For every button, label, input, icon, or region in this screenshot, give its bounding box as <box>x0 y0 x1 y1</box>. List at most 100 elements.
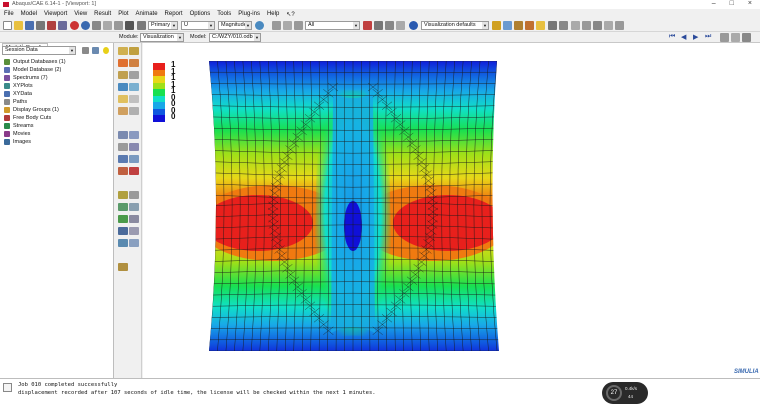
play-icon[interactable]: ▶ <box>693 33 698 41</box>
zoom-icon[interactable] <box>103 21 112 30</box>
common-options-icon[interactable] <box>118 83 128 91</box>
query-tool-icon[interactable] <box>118 215 128 223</box>
plot-contour-icon[interactable] <box>118 59 128 67</box>
odb-icon[interactable] <box>47 21 56 30</box>
symbol-options-icon[interactable] <box>129 95 139 103</box>
menu-result[interactable]: Result <box>94 11 111 17</box>
pan-icon[interactable] <box>70 21 79 30</box>
report-field-icon[interactable] <box>129 143 139 151</box>
save-icon[interactable] <box>25 21 34 30</box>
stream-tool-icon[interactable] <box>129 155 139 163</box>
print-icon[interactable] <box>36 21 45 30</box>
view-right-icon[interactable] <box>604 21 613 30</box>
auto-fit-icon[interactable] <box>125 21 134 30</box>
zoom-box-icon[interactable] <box>114 21 123 30</box>
tree-item-streams[interactable]: Streams <box>4 122 33 130</box>
menu-model[interactable]: Model <box>21 11 37 17</box>
tree-item-paths[interactable]: Paths <box>4 98 27 106</box>
view-iso-icon[interactable] <box>137 21 146 30</box>
box-select-icon[interactable] <box>363 21 372 30</box>
display-group-combo[interactable]: Primary ▼ <box>148 21 178 30</box>
annotation-icon[interactable] <box>118 239 128 247</box>
tree-item-output-databases[interactable]: Output Databases (1) <box>4 58 66 66</box>
select-icon[interactable] <box>283 21 292 30</box>
drag-icon[interactable] <box>385 21 394 30</box>
menu-viewport[interactable]: Viewport <box>44 11 67 17</box>
cut-icon[interactable] <box>118 167 128 175</box>
undo-icon[interactable] <box>548 21 557 30</box>
tile-icon[interactable] <box>731 33 740 42</box>
view-cut-icon[interactable] <box>118 203 128 211</box>
tree-item-xyplots[interactable]: XYPlots <box>4 82 33 90</box>
invariant-combo[interactable]: Magnitude ▼ <box>218 21 252 30</box>
session-data-combo[interactable]: Session Data ▼ <box>2 46 76 55</box>
menu-help[interactable]: Help <box>267 11 279 17</box>
path-tool-icon[interactable] <box>118 155 128 163</box>
new-file-icon[interactable] <box>3 21 12 30</box>
module-combo[interactable]: Visualization ▼ <box>140 33 184 42</box>
tree-filter-icon[interactable] <box>82 47 89 54</box>
probe-icon[interactable] <box>129 215 139 223</box>
arrow-icon[interactable] <box>129 239 139 247</box>
rotate-icon[interactable] <box>81 21 90 30</box>
menu-options[interactable]: Options <box>190 11 211 17</box>
tree-expand-icon[interactable] <box>92 47 99 54</box>
tree-item-images[interactable]: Images <box>4 138 31 146</box>
menu-plot[interactable]: Plot <box>118 11 128 17</box>
menu-tools[interactable]: Tools <box>217 11 231 17</box>
tree-bulb-icon[interactable] <box>103 47 109 54</box>
open-folder-icon[interactable] <box>14 21 23 30</box>
plot-tensor-icon[interactable] <box>129 71 139 79</box>
query-icon[interactable] <box>272 21 281 30</box>
xy-data-icon[interactable] <box>118 131 128 139</box>
menu-plugins[interactable]: Plug-ins <box>238 11 260 17</box>
refresh-icon[interactable] <box>255 21 264 30</box>
field-output-combo[interactable]: U ▼ <box>181 21 215 30</box>
plot-deformed-icon[interactable] <box>129 47 139 55</box>
tree-item-movies[interactable]: Movies <box>4 130 30 138</box>
star-icon[interactable] <box>536 21 545 30</box>
grid-icon[interactable] <box>396 21 405 30</box>
animate-time-icon[interactable] <box>129 107 139 115</box>
tree-item-free-body-cuts[interactable]: Free Body Cuts <box>4 114 51 122</box>
minimize-icon[interactable]: – <box>712 0 716 9</box>
help-pointer-icon[interactable]: ↖? <box>286 11 294 18</box>
cut-manager-icon[interactable] <box>129 167 139 175</box>
animate-icon[interactable] <box>118 107 128 115</box>
info-icon[interactable] <box>409 21 418 30</box>
maximize-icon[interactable]: □ <box>730 0 734 9</box>
menu-view[interactable]: View <box>74 11 87 17</box>
shade-icon[interactable] <box>58 21 67 30</box>
menu-animate[interactable]: Animate <box>136 11 158 17</box>
frame-options-icon[interactable] <box>720 33 729 42</box>
palette-icon[interactable] <box>503 21 512 30</box>
model-combo[interactable]: C:/WZY/010.odb ▼ <box>209 33 261 42</box>
tree-item-model-database[interactable]: Model Database (2) <box>4 66 61 74</box>
viewport[interactable]: 111110000 SIMULIA <box>143 43 760 378</box>
frame-icon[interactable] <box>129 227 139 235</box>
first-frame-icon[interactable]: ⏮ <box>669 33 675 41</box>
viewport-icon[interactable] <box>742 33 751 42</box>
ruler-icon[interactable] <box>118 263 128 271</box>
plot-material-icon[interactable] <box>118 71 128 79</box>
magnify-icon[interactable] <box>92 21 101 30</box>
plot-symbol-icon[interactable] <box>129 59 139 67</box>
home-icon[interactable] <box>525 21 534 30</box>
cursor-icon[interactable] <box>374 21 383 30</box>
view-cut-manager-icon[interactable] <box>129 203 139 211</box>
tree-item-spectrums[interactable]: Spectrums (7) <box>4 74 48 82</box>
layout-icon[interactable] <box>118 227 128 235</box>
view-top-icon[interactable] <box>615 21 624 30</box>
view-back-icon[interactable] <box>582 21 591 30</box>
xy-manager-icon[interactable] <box>129 131 139 139</box>
report-icon[interactable] <box>118 143 128 151</box>
superimpose-icon[interactable] <box>129 83 139 91</box>
view-front-icon[interactable] <box>571 21 580 30</box>
plot-undeformed-icon[interactable] <box>118 47 128 55</box>
view-left-icon[interactable] <box>593 21 602 30</box>
color-code-icon[interactable] <box>492 21 501 30</box>
menu-report[interactable]: Report <box>165 11 183 17</box>
selection-filter-combo[interactable]: All ▼ <box>305 21 360 30</box>
tree-item-xydata[interactable]: XYData <box>4 90 32 98</box>
last-frame-icon[interactable]: ⏭ <box>705 33 711 41</box>
